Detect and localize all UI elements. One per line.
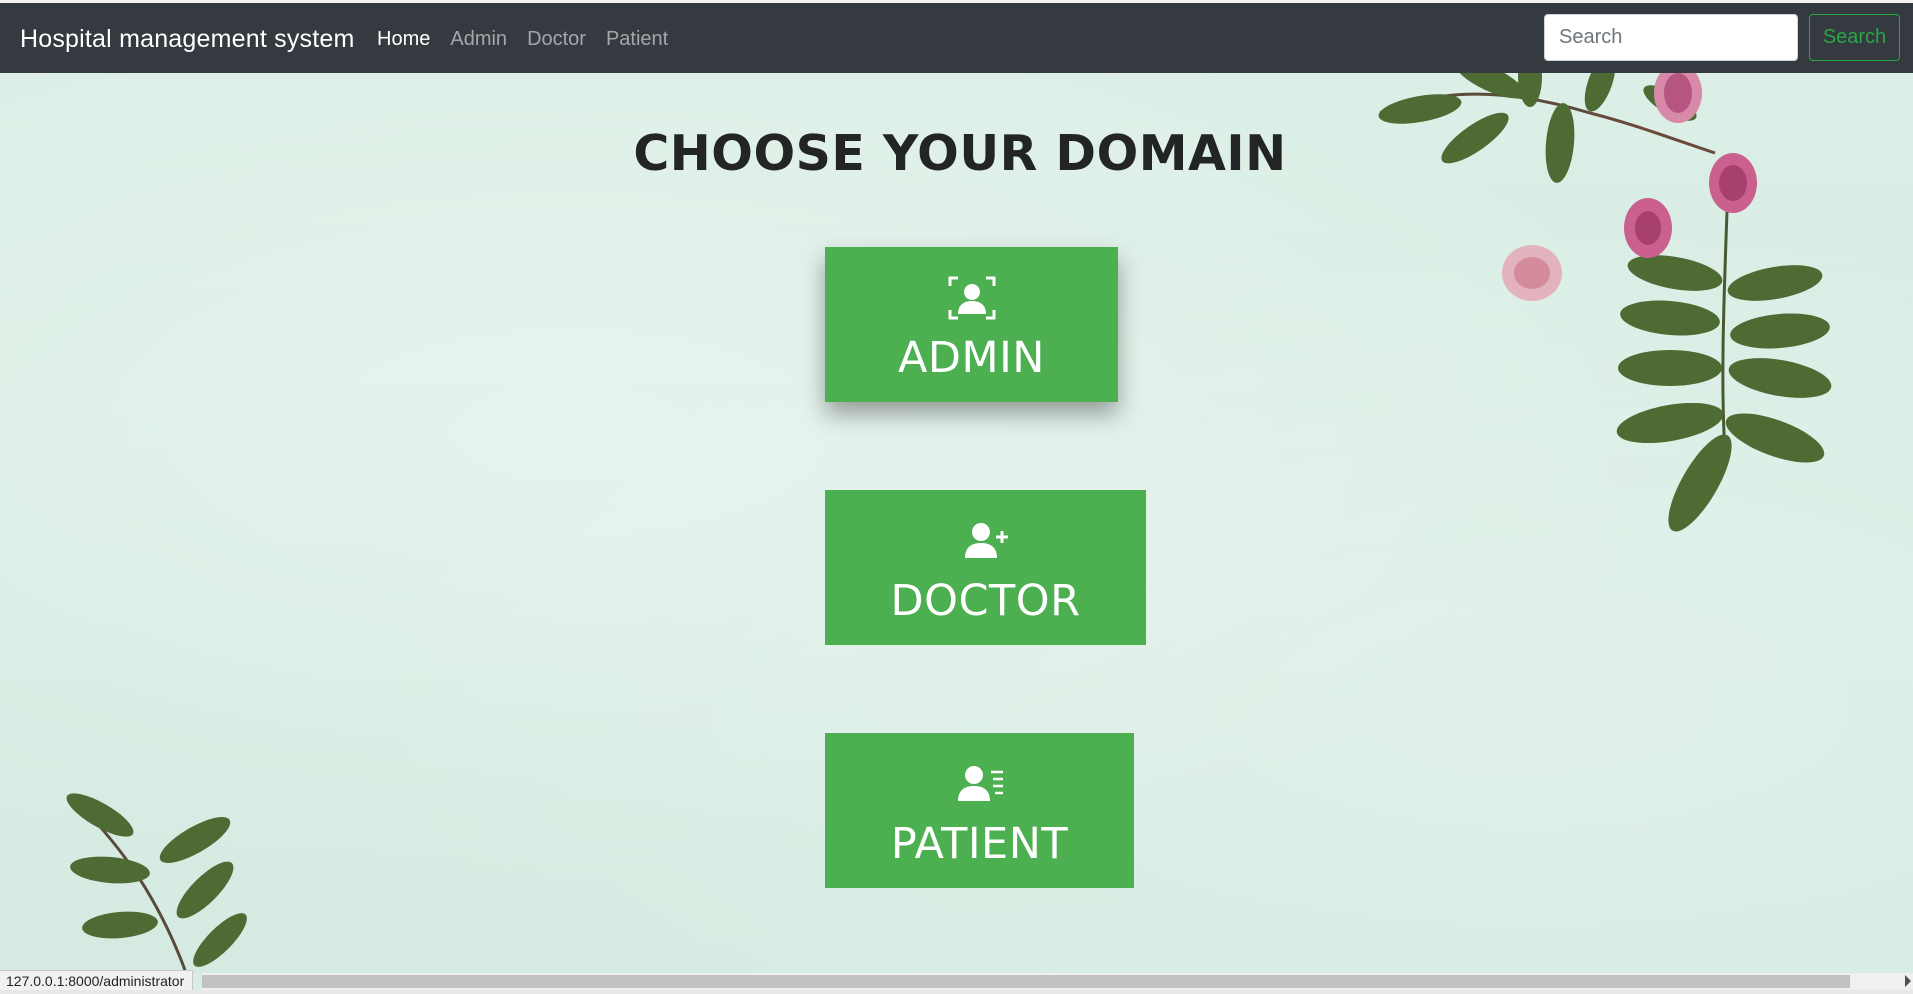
- leaf-branch-decoration: [66, 793, 247, 970]
- user-list-icon: [957, 766, 1003, 801]
- navbar: Hospital management system Home Admin Do…: [0, 3, 1913, 73]
- page: Hospital management system Home Admin Do…: [0, 0, 1913, 994]
- doctor-domain-button[interactable]: DOCTOR: [825, 490, 1146, 645]
- patient-label: PATIENT: [890, 819, 1069, 869]
- brand-title[interactable]: Hospital management system: [20, 25, 355, 54]
- user-scan-icon: [948, 276, 995, 320]
- search-input[interactable]: [1544, 14, 1798, 61]
- page-heading: CHOOSE YOUR DOMAIN: [633, 125, 1287, 182]
- patient-domain-button[interactable]: PATIENT: [825, 733, 1134, 888]
- nav-link-home[interactable]: Home: [377, 28, 430, 51]
- user-plus-icon: [964, 523, 1008, 558]
- nav-link-patient[interactable]: Patient: [606, 28, 668, 51]
- nav-link-doctor[interactable]: Doctor: [527, 28, 586, 51]
- nav-links: Home Admin Doctor Patient: [377, 28, 688, 51]
- doctor-label: DOCTOR: [890, 576, 1081, 626]
- nav-link-admin[interactable]: Admin: [450, 28, 507, 51]
- scroll-right-arrow-icon[interactable]: [1905, 975, 1911, 987]
- admin-label: ADMIN: [898, 333, 1045, 383]
- bottom-strip: [0, 990, 1913, 994]
- horizontal-scrollbar[interactable]: [202, 973, 1913, 990]
- scrollbar-thumb[interactable]: [202, 975, 1850, 988]
- search-button[interactable]: Search: [1809, 14, 1900, 61]
- admin-domain-button[interactable]: ADMIN: [825, 247, 1118, 402]
